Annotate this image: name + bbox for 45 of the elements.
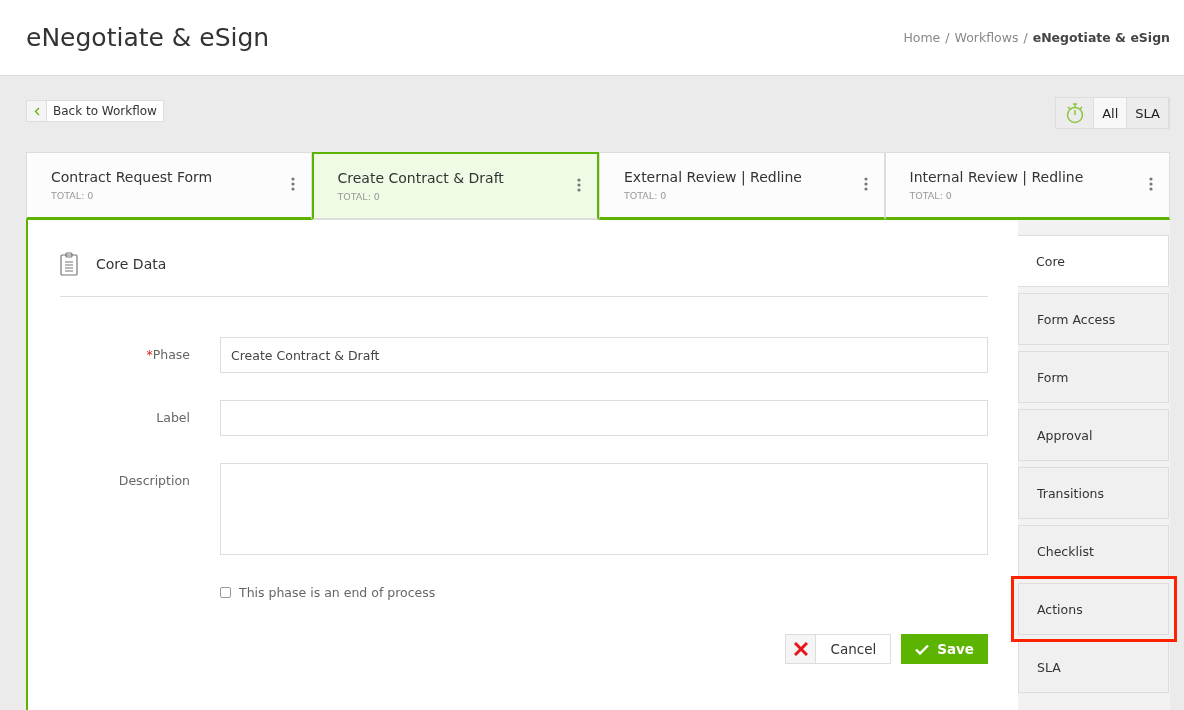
more-icon[interactable] [1147, 175, 1155, 193]
field-label: Description [117, 472, 190, 490]
side-tab[interactable]: SLA [1018, 641, 1169, 693]
phase-name: External Review | Redline [624, 169, 803, 185]
checkmark-icon [915, 643, 930, 655]
more-icon[interactable] [575, 176, 583, 194]
phase-total: TOTAL: 0 [909, 190, 953, 201]
back-button[interactable]: Back to Workflow [26, 100, 164, 122]
phase-card[interactable]: Create Contract & Draft TOTAL: 0 [311, 152, 599, 220]
breadcrumb-link[interactable]: Workflows [954, 30, 1019, 45]
clipboard-icon [60, 252, 78, 276]
breadcrumb-separator: / [945, 30, 950, 45]
breadcrumb-link[interactable]: Home [903, 30, 941, 45]
phase-name: Create Contract & Draft [337, 170, 505, 186]
side-tab[interactable]: Actions [1018, 583, 1169, 635]
side-tab[interactable]: Form Access [1018, 293, 1169, 345]
phase-total: TOTAL: 0 [337, 191, 381, 202]
side-tab[interactable]: Core [1018, 235, 1169, 287]
checkbox[interactable] [220, 587, 231, 598]
phase-card[interactable]: Contract Request Form TOTAL: 0 [26, 152, 312, 220]
side-tab[interactable]: Form [1018, 351, 1169, 403]
field-label: *Phase [145, 346, 190, 364]
checkbox-label: This phase is an end of process [239, 585, 436, 600]
input-field[interactable] [220, 400, 988, 436]
side-tab[interactable]: Approval [1018, 409, 1169, 461]
stopwatch-icon [1064, 102, 1085, 124]
description-field[interactable] [220, 463, 988, 555]
section-title: Core Data [96, 256, 167, 272]
filter-tab[interactable]: All [1094, 98, 1128, 128]
breadcrumb-separator: / [1023, 30, 1028, 45]
phase-card[interactable]: Internal Review | Redline TOTAL: 0 [884, 152, 1170, 220]
close-icon [793, 642, 808, 656]
input-field[interactable]: Create Contract & Draft [220, 337, 988, 373]
side-tab[interactable]: Transitions [1018, 467, 1169, 519]
phase-name: Internal Review | Redline [909, 169, 1085, 185]
field-label: Label [155, 409, 190, 427]
page-title: eNegotiate & eSign [26, 23, 270, 52]
phase-total: TOTAL: 0 [624, 190, 668, 201]
side-tab[interactable]: Checklist [1018, 525, 1169, 577]
phase-total: TOTAL: 0 [51, 190, 95, 201]
cancel-button[interactable]: Cancel [785, 634, 892, 664]
phase-name: Contract Request Form [51, 169, 214, 185]
breadcrumb-current: eNegotiate & eSign [1032, 30, 1170, 45]
chevron-left-icon [33, 106, 40, 116]
phase-card[interactable]: External Review | Redline TOTAL: 0 [599, 152, 885, 220]
